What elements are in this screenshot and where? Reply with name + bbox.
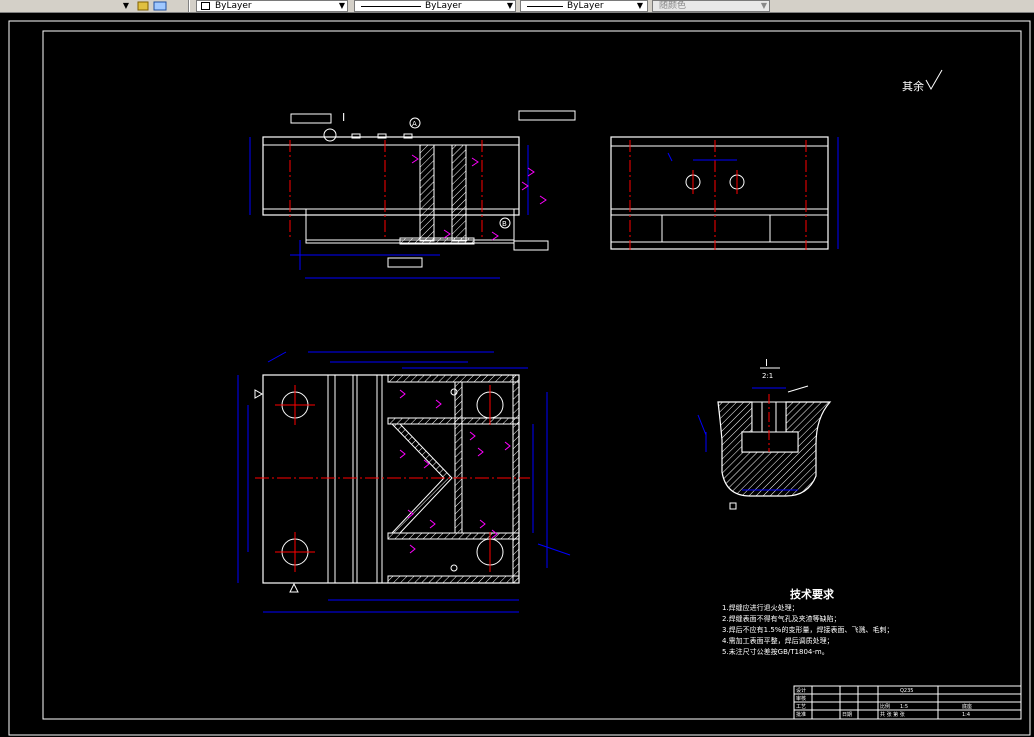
tech-req-item: 1.焊缝应进行退火处理； (722, 603, 799, 612)
detail-view-i: I 2:1 (697, 358, 832, 510)
color-swatch-icon (201, 2, 210, 10)
side-view (610, 136, 839, 250)
tech-req-item: 4.需加工表面平整，焊后调质处理； (722, 636, 834, 645)
tech-req-item: 5.未注尺寸公差按GB/T1804-m。 (722, 647, 829, 656)
svg-text:共 张 第 张: 共 张 第 张 (880, 711, 905, 718)
svg-text:I: I (342, 111, 345, 124)
svg-text:1:4: 1:4 (962, 712, 970, 718)
lineweight-dropdown-value: ByLayer (567, 1, 604, 11)
svg-text:审核: 审核 (796, 695, 806, 702)
lineweight-dropdown[interactable]: ByLayer (520, 0, 648, 12)
svg-text:其余: 其余 (902, 79, 924, 93)
linetype-preview-icon (361, 6, 421, 7)
lineweight-preview-icon (527, 6, 563, 7)
linetype-dropdown-value: ByLayer (425, 1, 462, 11)
color-dropdown-value: ByLayer (215, 1, 252, 11)
svg-text:日期: 日期 (842, 712, 852, 718)
svg-text:B: B (502, 220, 507, 228)
svg-text:1:5: 1:5 (900, 704, 908, 710)
chevron-down-icon[interactable]: ▼ (758, 0, 770, 12)
properties-toolbar: ▼ ByLayer ▼ ByLayer ▼ ByLayer ▼ 随颜色 ▼ (0, 0, 1034, 13)
svg-text:Q235: Q235 (900, 688, 913, 694)
chevron-down-icon[interactable]: ▼ (336, 0, 348, 12)
tech-req-item: 3.焊后不应有1.5%的变形量，焊接表面、飞溅、毛刺； (722, 625, 893, 634)
top-view (237, 351, 571, 613)
surface-finish-note: 其余 (902, 69, 943, 93)
tech-req-title: 技术要求 (790, 587, 835, 601)
layer-tools[interactable] (136, 0, 176, 12)
svg-text:比例: 比例 (880, 703, 890, 710)
tech-req-item: 2.焊缝表面不得有气孔及夹渣等缺陷； (722, 614, 841, 623)
plotstyle-dropdown[interactable]: 随颜色 (652, 0, 770, 12)
svg-text:批准: 批准 (796, 711, 806, 718)
technical-requirements: 技术要求 1.焊缝应进行退火处理； 2.焊缝表面不得有气孔及夹渣等缺陷； 3.焊… (722, 587, 893, 656)
svg-text:设计: 设计 (796, 687, 806, 694)
svg-text:工艺: 工艺 (796, 704, 806, 710)
front-view: I A B (249, 110, 576, 279)
svg-text:2:1: 2:1 (762, 372, 773, 380)
linetype-dropdown[interactable]: ByLayer (354, 0, 516, 12)
toolbar-separator (188, 0, 190, 12)
drawing-canvas[interactable]: 其余 I A B I 2:1 技术要求 1.焊缝应进行退火处理； 2.焊缝表面不… (0, 13, 1034, 737)
chevron-down-icon[interactable]: ▼ (634, 0, 646, 12)
chevron-down-icon[interactable]: ▼ (504, 0, 516, 12)
svg-text:A: A (412, 120, 417, 128)
svg-text:底座: 底座 (962, 703, 972, 710)
svg-text:I: I (765, 358, 768, 369)
color-dropdown[interactable]: ByLayer (196, 0, 348, 12)
plotstyle-dropdown-value: 随颜色 (659, 1, 687, 11)
chevron-down-icon[interactable]: ▼ (120, 0, 132, 12)
drawing-frame (42, 30, 1022, 720)
